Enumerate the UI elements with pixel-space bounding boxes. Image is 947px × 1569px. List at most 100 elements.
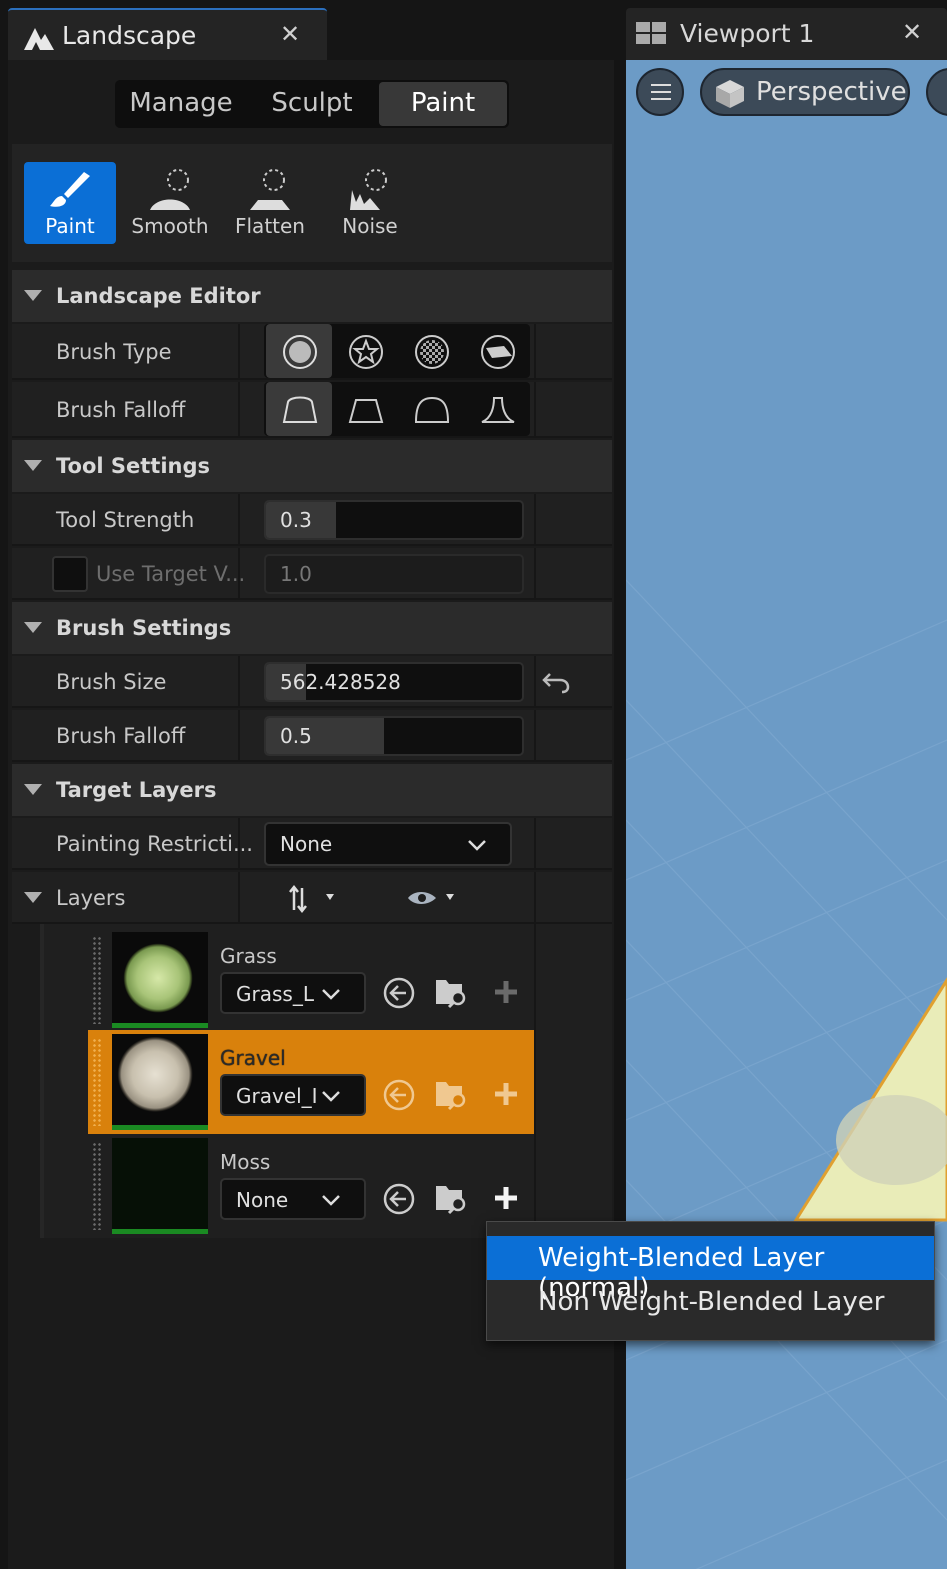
brush-type-component-button[interactable] [464, 324, 530, 378]
use-target-value-input[interactable]: 1.0 [264, 554, 524, 594]
brush-type-selector [264, 324, 530, 378]
brush-type-row: Brush Type [12, 324, 612, 380]
circle-brush-icon [283, 335, 317, 369]
tool-strength-input[interactable]: 0.3 [264, 500, 524, 540]
mode-tab-sculpt[interactable]: Sculpt [249, 80, 375, 128]
layer-row-moss[interactable]: Moss None [88, 1134, 534, 1238]
viewport-tab[interactable]: Viewport 1 ✕ [626, 8, 947, 60]
paint-brush-icon [50, 172, 90, 207]
collapse-arrow-icon [24, 784, 42, 795]
falloff-tip-button[interactable] [464, 382, 530, 436]
layers-label: Layers [56, 886, 126, 910]
falloff-linear-button[interactable] [332, 382, 398, 436]
menu-item-non-weight-blended[interactable]: Non Weight-Blended Layer [487, 1280, 934, 1324]
section-landscape-editor[interactable]: Landscape Editor [12, 270, 612, 322]
layer-name: Moss [220, 1150, 271, 1174]
tool-noise-button[interactable]: Noise [324, 162, 416, 244]
noise-icon [350, 169, 387, 210]
tool-smooth-label: Smooth [131, 214, 209, 238]
layer-info-dropdown[interactable]: None [220, 1178, 366, 1220]
menu-item-weight-blended[interactable]: Weight-Blended Layer (normal) [487, 1236, 934, 1303]
viewport-grid [626, 579, 947, 1569]
browse-asset-icon[interactable] [434, 974, 470, 1010]
brush-size-value: 562.428528 [280, 670, 401, 694]
painting-restriction-dropdown[interactable]: None [264, 822, 512, 866]
painting-restriction-label: Painting Restricti... [56, 832, 253, 856]
add-layer-info-icon[interactable] [492, 978, 520, 1006]
component-brush-icon [481, 335, 515, 369]
section-target-layers[interactable]: Target Layers [12, 764, 612, 816]
chevron-down-icon [322, 1195, 340, 1206]
browse-asset-icon[interactable] [434, 1076, 470, 1112]
brush-size-input[interactable]: 562.428528 [264, 662, 524, 702]
collapse-arrow-icon[interactable] [24, 892, 42, 903]
add-layer-info-icon[interactable] [492, 1184, 520, 1212]
layer-info-dropdown[interactable]: Gravel_I [220, 1074, 366, 1116]
brush-falloff-label: Brush Falloff [56, 724, 186, 748]
brush-falloff-selector [264, 382, 530, 436]
brush-falloff-input[interactable]: 0.5 [264, 716, 524, 756]
reset-to-default-icon[interactable] [542, 670, 570, 694]
tool-flatten-button[interactable]: Flatten [224, 162, 316, 244]
landscape-tab-title: Landscape [62, 21, 197, 50]
browse-asset-icon[interactable] [434, 1180, 470, 1216]
layer-info-value: Gravel_I [236, 1084, 316, 1108]
flatten-icon [250, 169, 290, 210]
viewport-canvas[interactable]: Perspective [626, 60, 947, 1569]
layer-info-dropdown[interactable]: Grass_L [220, 972, 366, 1014]
chevron-down-icon [322, 989, 340, 1000]
cube-icon [716, 80, 744, 108]
tool-strength-row: Tool Strength 0.3 [12, 494, 612, 546]
brush-size-row: Brush Size 562.428528 [12, 656, 612, 708]
brush-type-pattern-button[interactable] [398, 324, 464, 378]
smooth-icon [150, 169, 190, 210]
falloff-smooth-button[interactable] [266, 382, 332, 436]
landscape-tab-close-icon[interactable]: ✕ [280, 20, 300, 48]
panel-splitter[interactable] [614, 60, 625, 1569]
add-layer-info-icon[interactable] [492, 1080, 520, 1108]
tool-smooth-button[interactable]: Smooth [124, 162, 216, 244]
use-selected-asset-icon[interactable] [382, 1182, 416, 1216]
landscape-tab[interactable]: Landscape ✕ [8, 8, 327, 60]
viewport-menu-button[interactable] [636, 68, 684, 116]
sort-layers-icon[interactable] [286, 884, 346, 914]
layer-row-gravel[interactable]: Gravel Gravel_I [88, 1030, 534, 1134]
brush-type-alpha-button[interactable] [332, 324, 398, 378]
layer-list-indent [40, 924, 44, 1238]
gravel-layer-thumbnail [112, 1034, 208, 1130]
mode-tab-manage[interactable]: Manage [119, 80, 243, 128]
drag-handle-icon[interactable] [92, 1142, 102, 1230]
painting-restriction-value: None [280, 832, 333, 856]
tool-paint-label: Paint [45, 214, 95, 238]
use-target-checkbox[interactable] [52, 556, 88, 592]
section-brush-settings[interactable]: Brush Settings [12, 602, 612, 654]
visibility-eye-icon[interactable] [406, 884, 466, 914]
falloff-spherical-button[interactable] [398, 382, 464, 436]
brush-size-label: Brush Size [56, 670, 167, 694]
tool-noise-label: Noise [342, 214, 398, 238]
use-target-value: 1.0 [280, 562, 312, 586]
star-brush-icon [349, 335, 383, 369]
pattern-brush-icon [415, 335, 449, 369]
viewport-tab-close-icon[interactable]: ✕ [902, 18, 922, 46]
tool-paint-button[interactable]: Paint [24, 162, 116, 244]
layer-row-grass[interactable]: Grass Grass_L [88, 928, 534, 1032]
brush-type-label: Brush Type [56, 340, 172, 364]
collapse-arrow-icon [24, 622, 42, 633]
drag-handle-icon[interactable] [92, 936, 102, 1024]
drag-handle-icon[interactable] [92, 1038, 102, 1126]
use-selected-asset-icon[interactable] [382, 976, 416, 1010]
brush-falloff-type-label: Brush Falloff [56, 398, 186, 422]
viewport-layout-icon [636, 22, 666, 44]
use-selected-asset-icon[interactable] [382, 1078, 416, 1112]
brush-falloff-type-row: Brush Falloff [12, 382, 612, 438]
brush-falloff-value: 0.5 [280, 724, 312, 748]
falloff-tip-icon [481, 397, 515, 423]
section-tool-settings[interactable]: Tool Settings [12, 440, 612, 492]
view-mode-label: Perspective [756, 77, 907, 107]
collapse-arrow-icon [24, 290, 42, 301]
brush-type-circle-button[interactable] [266, 324, 332, 378]
chevron-down-icon [468, 840, 486, 851]
perspective-view-button[interactable]: Perspective [700, 68, 910, 116]
mode-tab-paint[interactable]: Paint [379, 82, 507, 126]
